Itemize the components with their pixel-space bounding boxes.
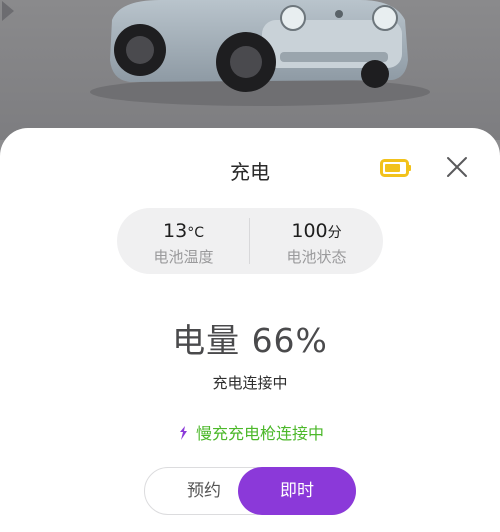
charge-level-label: 电量 bbox=[172, 321, 241, 360]
chevron-right-icon[interactable] bbox=[0, 0, 16, 22]
charging-gun-text: 慢充充电枪连接中 bbox=[195, 424, 324, 443]
battery-temperature-stat: 13°C 电池温度 bbox=[117, 208, 250, 274]
battery-state-value: 100分 bbox=[291, 220, 342, 242]
charge-level: 电量 66% bbox=[0, 314, 500, 362]
instant-mode-button[interactable]: 即时 bbox=[238, 467, 356, 515]
battery-state-stat: 100分 电池状态 bbox=[250, 208, 383, 274]
battery-state-label: 电池状态 bbox=[286, 248, 347, 266]
plug-icon bbox=[179, 426, 187, 440]
battery-temperature-value: 13°C bbox=[163, 220, 204, 242]
battery-stats-pill: 13°C 电池温度 100分 电池状态 bbox=[117, 208, 383, 274]
charging-gun-status: 慢充充电枪连接中 bbox=[0, 420, 500, 444]
car-hero-image bbox=[0, 0, 500, 140]
charging-sheet: 充电 13°C 电池温度 100分 电池状态 电量 66% 充电连接中 慢充充电… bbox=[0, 128, 500, 532]
charge-status-text: 充电连接中 bbox=[212, 374, 288, 392]
battery-temperature-label: 电池温度 bbox=[153, 248, 214, 266]
charge-level-percent: 66% bbox=[251, 321, 328, 360]
battery-icon bbox=[380, 159, 411, 177]
sheet-title: 充电 bbox=[230, 160, 270, 184]
close-icon[interactable] bbox=[445, 155, 469, 179]
charge-mode-toggle: 预约 即时 bbox=[144, 467, 356, 515]
car-illustration bbox=[90, 0, 430, 106]
